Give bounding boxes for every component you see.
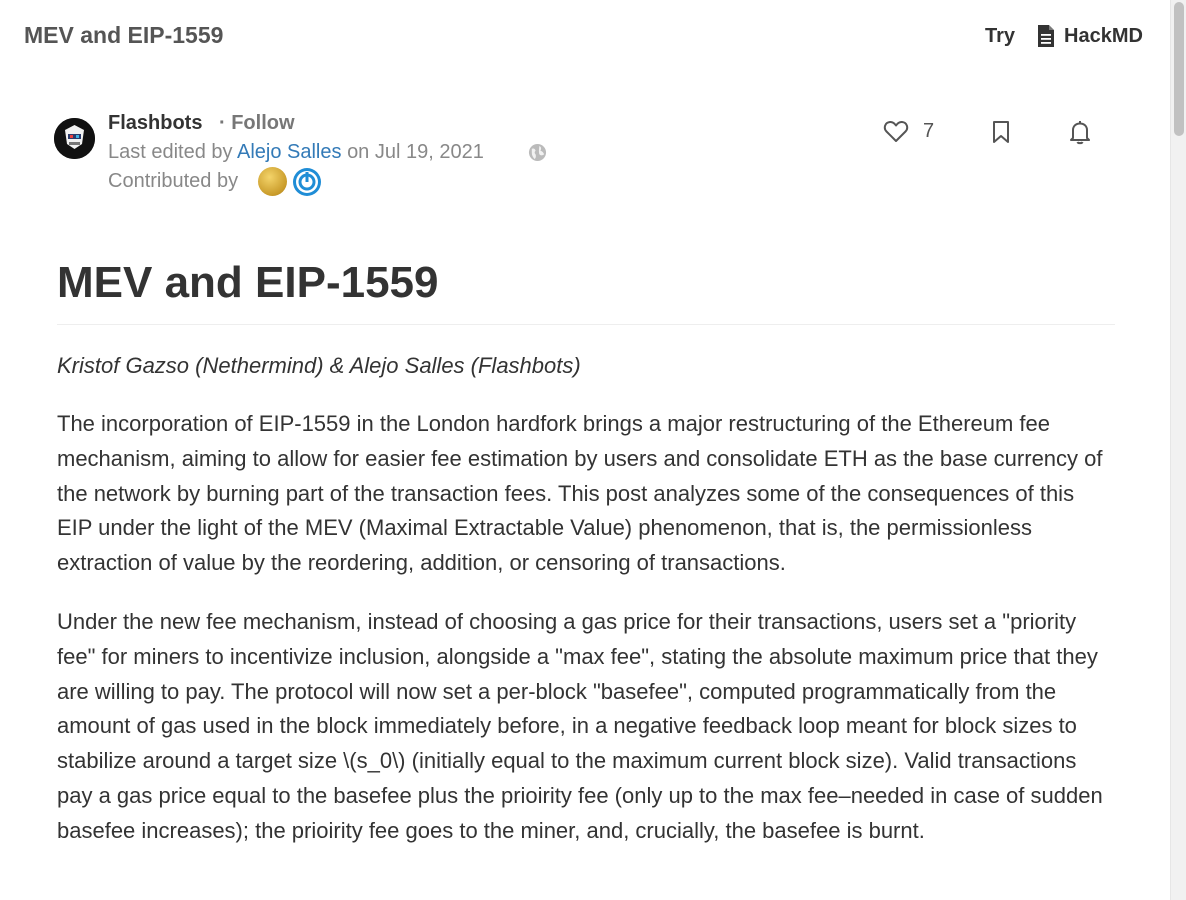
try-link[interactable]: Try (985, 25, 1015, 48)
last-edited-prefix: Last edited by (108, 141, 233, 163)
contributed-by-label: Contributed by (108, 170, 239, 192)
hackmd-link[interactable]: HackMD (1036, 22, 1143, 50)
edited-date: on Jul 19, 2021 (347, 141, 484, 163)
like-count: 7 (923, 119, 935, 142)
editor-link[interactable]: Alejo Salles (237, 141, 342, 163)
document-title: MEV and EIP-1559 (24, 22, 224, 48)
hackmd-label: HackMD (1064, 24, 1143, 47)
article-title: MEV and EIP-1559 (57, 250, 1115, 325)
bell-icon[interactable] (1068, 119, 1092, 145)
document-icon (1038, 25, 1054, 47)
article-paragraph: The incorporation of EIP-1559 in the Lon… (57, 411, 1103, 576)
heart-icon (883, 120, 909, 142)
contributor-avatar[interactable] (292, 167, 322, 197)
author-name[interactable]: Flashbots (108, 112, 202, 135)
article-content: MEV and EIP-1559 Kristof Gazso (Nethermi… (57, 250, 1115, 849)
last-edited-info: Last edited by Alejo Salles on Jul 19, 2… (108, 141, 484, 164)
author-avatar[interactable] (54, 118, 95, 159)
article-authors: Kristof Gazso (Nethermind) & Alejo Salle… (57, 353, 581, 378)
top-bar: MEV and EIP-1559 Try HackMD (0, 0, 1170, 72)
scrollbar[interactable] (1170, 0, 1186, 900)
contributor-avatar[interactable] (258, 167, 287, 196)
article-paragraph: Under the new fee mechanism, instead of … (57, 608, 1103, 843)
follow-button[interactable]: · Follow (219, 112, 295, 135)
globe-icon (528, 143, 547, 162)
scrollbar-thumb[interactable] (1174, 2, 1184, 136)
bookmark-icon[interactable] (990, 120, 1012, 144)
like-button[interactable]: 7 (883, 119, 934, 143)
